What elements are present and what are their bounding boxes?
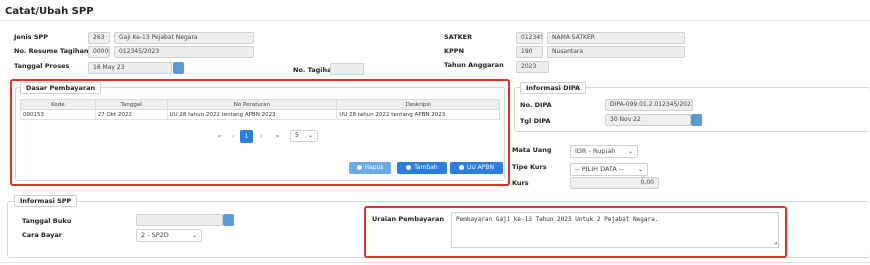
title-divider [0, 20, 870, 21]
kppn-name-field: Nusantara [547, 46, 685, 58]
page-size-value: 5 [295, 132, 299, 139]
no-tagihan-field[interactable] [330, 63, 364, 75]
uu-apbn-button[interactable]: UU APBN [450, 162, 503, 174]
tanggal-proses-label: Tanggal Proses [14, 62, 70, 70]
column-header-no-peraturan[interactable]: No Peraturan [166, 99, 338, 110]
tahun-anggaran-field: 2023 [516, 61, 549, 73]
kppn-code-field: 190 [516, 46, 543, 58]
tahun-anggaran-label: Tahun Anggaran [444, 61, 504, 69]
satker-code-field: 012345 [516, 32, 543, 44]
pagination-prev-button[interactable]: ‹ [227, 130, 240, 143]
resize-grip-icon[interactable]: ◢ [774, 240, 777, 246]
tipe-kurs-select[interactable]: -- PILIH DATA -- ⌄ [570, 163, 648, 176]
chevron-down-icon: ⌄ [627, 148, 633, 155]
jenis-spp-label: Jenis SPP [14, 33, 49, 41]
tipe-kurs-value: -- PILIH DATA -- [575, 165, 624, 173]
tipe-kurs-label: Tipe Kurs [512, 163, 547, 171]
cell-deskripsi: UU 28 tahun 2022 tentang APBN 2023 [336, 109, 500, 120]
pagination-page-1[interactable]: 1 [240, 130, 253, 143]
uu-apbn-label: UU APBN [466, 164, 495, 171]
dasar-pembayaran-table: Kode Tanggal No Peraturan Deskripsi 0001… [20, 99, 500, 120]
resume-no-field: 012345/2023 [114, 46, 254, 58]
no-dipa-field: DIPA-099.01.2.012345/2023 [605, 99, 693, 111]
tanggal-buku-field[interactable] [136, 214, 223, 226]
tanggal-proses-field[interactable]: 16 May 23 [88, 62, 172, 74]
spp-form-panel: Catat/Ubah SPP Jenis SPP 263 Gaji Ke-13 … [0, 0, 870, 265]
cell-no-peraturan: UU 28 tahun 2022 tentang APBN 2023 [166, 109, 338, 120]
cara-bayar-label: Cara Bayar [22, 231, 62, 239]
page-title: Catat/Ubah SPP [5, 6, 94, 17]
hapus-label: Hapus [364, 164, 384, 171]
tambah-button[interactable]: Tambah [397, 162, 447, 174]
cell-kode: 000153 [20, 109, 96, 120]
chevron-down-icon: ⌄ [637, 166, 643, 173]
pagination-next-button[interactable]: › [255, 130, 268, 143]
column-header-deskripsi[interactable]: Deskripsi [336, 99, 500, 110]
calendar-icon[interactable] [223, 214, 234, 226]
page-size-select[interactable]: 5 ⌄ [290, 130, 318, 142]
bottom-divider [0, 262, 870, 263]
uu-apbn-icon [458, 164, 464, 170]
tgl-dipa-label: Tgl DIPA [520, 117, 551, 125]
satker-name-field: NAMA SATKER [547, 32, 685, 44]
tanggal-buku-label: Tanggal Buku [22, 217, 72, 225]
cara-bayar-select[interactable]: 2 - SP2D ⌄ [136, 229, 202, 242]
informasi-dipa-legend: Informasi DIPA [520, 82, 587, 94]
tambah-icon [406, 164, 412, 170]
uraian-pembayaran-label: Uraian Pembayaran [372, 215, 445, 223]
mata-uang-select[interactable]: IDR - Rupiah ⌄ [570, 145, 638, 158]
kurs-label: Kurs [512, 179, 529, 187]
dasar-pembayaran-legend: Dasar Pembayaran [20, 82, 102, 94]
jenis-spp-name-field: Gaji Ke-13 Pejabat Negara [114, 32, 254, 44]
calendar-icon[interactable] [691, 114, 702, 126]
informasi-spp-legend: Informasi SPP [14, 195, 78, 207]
column-header-kode[interactable]: Kode [20, 99, 96, 110]
chevron-down-icon: ⌄ [307, 132, 313, 139]
hapus-button[interactable]: Hapus [349, 162, 391, 174]
mata-uang-value: IDR - Rupiah [575, 147, 616, 155]
mata-uang-label: Mata Uang [512, 146, 552, 154]
calendar-icon[interactable] [173, 62, 184, 74]
satker-label: SATKER [444, 33, 473, 41]
table-row[interactable]: 000153 27 Okt 2022 UU 28 tahun 2022 tent… [20, 109, 500, 120]
tambah-label: Tambah [414, 164, 438, 171]
table-header-row: Kode Tanggal No Peraturan Deskripsi [20, 99, 500, 110]
uraian-pembayaran-text: Pembayaran Gaji ke-13 Tahun 2023 Untuk 2… [456, 216, 659, 223]
jenis-spp-code-field: 263 [88, 32, 110, 44]
pagination-last-button[interactable]: » [271, 130, 284, 143]
cara-bayar-value: 2 - SP2D [141, 231, 169, 239]
hapus-icon [356, 164, 362, 170]
no-dipa-label: No. DIPA [520, 101, 552, 109]
resume-label: No. Resume Tagihan [14, 47, 89, 55]
kppn-label: KPPN [444, 47, 465, 55]
chevron-down-icon: ⌄ [191, 232, 197, 239]
cell-tanggal: 27 Okt 2022 [94, 109, 168, 120]
pagination-first-button[interactable]: « [213, 130, 226, 143]
tgl-dipa-field: 30 Nov 22 [605, 114, 691, 126]
resume-code-field: 00000T [88, 46, 110, 58]
kurs-field: 0,00 [570, 177, 659, 189]
column-header-tanggal[interactable]: Tanggal [94, 99, 168, 110]
uraian-pembayaran-textarea[interactable]: Pembayaran Gaji ke-13 Tahun 2023 Untuk 2… [451, 212, 779, 248]
